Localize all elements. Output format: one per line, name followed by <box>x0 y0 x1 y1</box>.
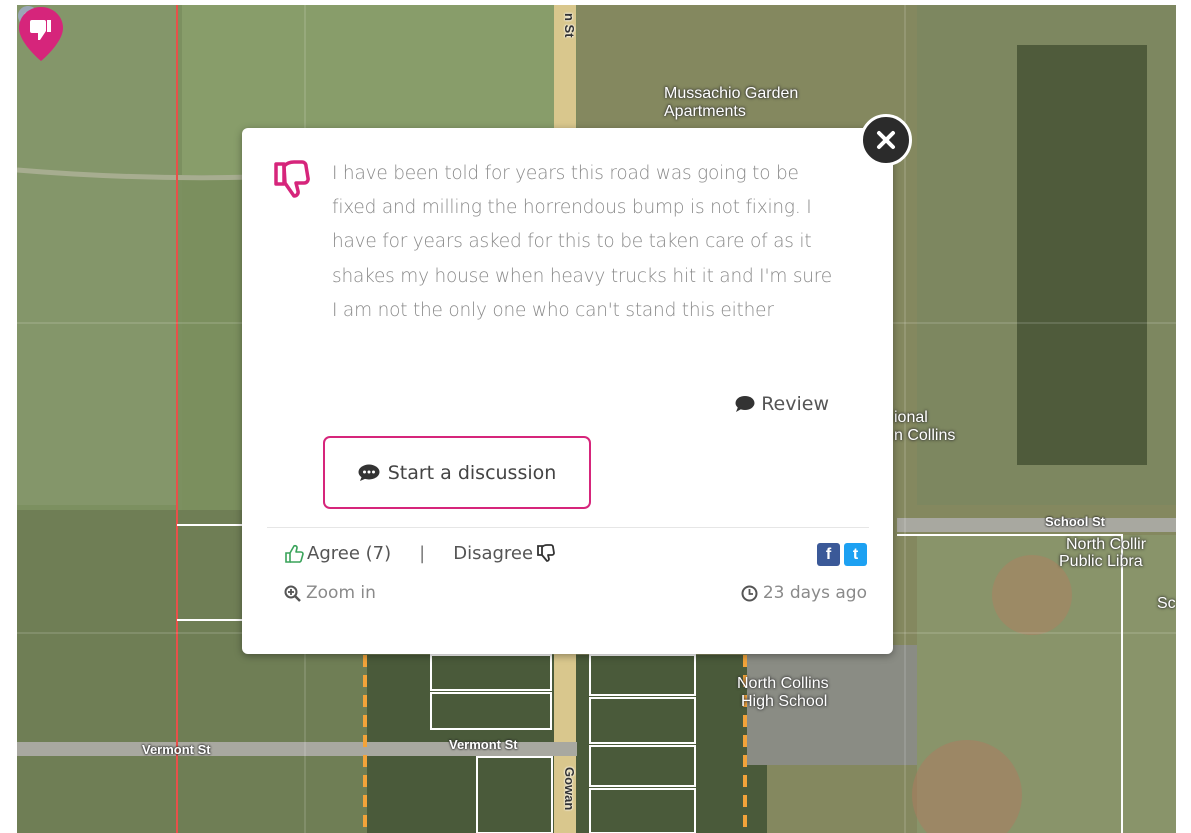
thumbs-down-small-icon <box>537 543 555 562</box>
place-label-high-school-1: North Collins <box>737 675 829 692</box>
place-label-sc: Sc <box>1157 595 1176 612</box>
disagree-label: Disagree <box>453 543 534 564</box>
zoom-in-label: Zoom in <box>306 583 376 603</box>
close-icon <box>877 131 895 149</box>
close-button[interactable] <box>860 114 912 166</box>
comment-popup: I have been told for years this road was… <box>242 128 893 654</box>
place-label-national: ional <box>894 409 928 426</box>
zoom-in-link[interactable]: Zoom in <box>284 583 376 603</box>
place-label-garden: Mussachio Garden <box>664 85 799 102</box>
divider <box>267 527 869 528</box>
clock-icon <box>741 585 758 601</box>
review-label: Review <box>761 393 829 415</box>
vote-separator: | <box>419 543 426 564</box>
social-share: f t <box>817 543 867 566</box>
twitter-share-icon[interactable]: t <box>844 543 867 566</box>
street-label-gowanda: Gowan <box>562 767 577 811</box>
zoom-in-icon <box>284 585 301 602</box>
review-link[interactable]: Review <box>735 393 829 415</box>
timestamp: 23 days ago <box>741 583 867 603</box>
thumbs-up-icon <box>285 544 304 563</box>
disagree-button[interactable]: Disagree <box>453 543 555 564</box>
start-discussion-label: Start a discussion <box>387 461 557 484</box>
place-label-high-school-2: High School <box>741 693 828 710</box>
place-label-library-1: North Collir <box>1066 536 1147 553</box>
vote-row: Agree (7) | Disagree <box>284 543 555 564</box>
place-label-library-2: Public Libra <box>1059 553 1143 570</box>
street-label-vermont-left: Vermont St <box>142 742 211 757</box>
chat-bubble-icon <box>358 464 380 481</box>
agree-label: Agree (7) <box>307 543 392 564</box>
street-label-top: n St <box>562 13 577 38</box>
speech-bubble-icon <box>735 396 755 412</box>
comment-text: I have been told for years this road was… <box>332 163 832 321</box>
street-label-school-st: School St <box>1045 514 1105 529</box>
time-ago-label: 23 days ago <box>762 583 867 603</box>
place-label-collins: n Collins <box>894 427 956 444</box>
facebook-share-icon[interactable]: f <box>817 543 840 566</box>
street-label-vermont-right: Vermont St <box>449 737 518 752</box>
place-label-apartments: Apartments <box>664 103 746 120</box>
agree-button[interactable]: Agree (7) <box>284 543 391 564</box>
start-discussion-button[interactable]: Start a discussion <box>323 436 591 509</box>
comment-marker-icon[interactable] <box>17 5 65 63</box>
thumbs-down-icon <box>274 160 310 198</box>
